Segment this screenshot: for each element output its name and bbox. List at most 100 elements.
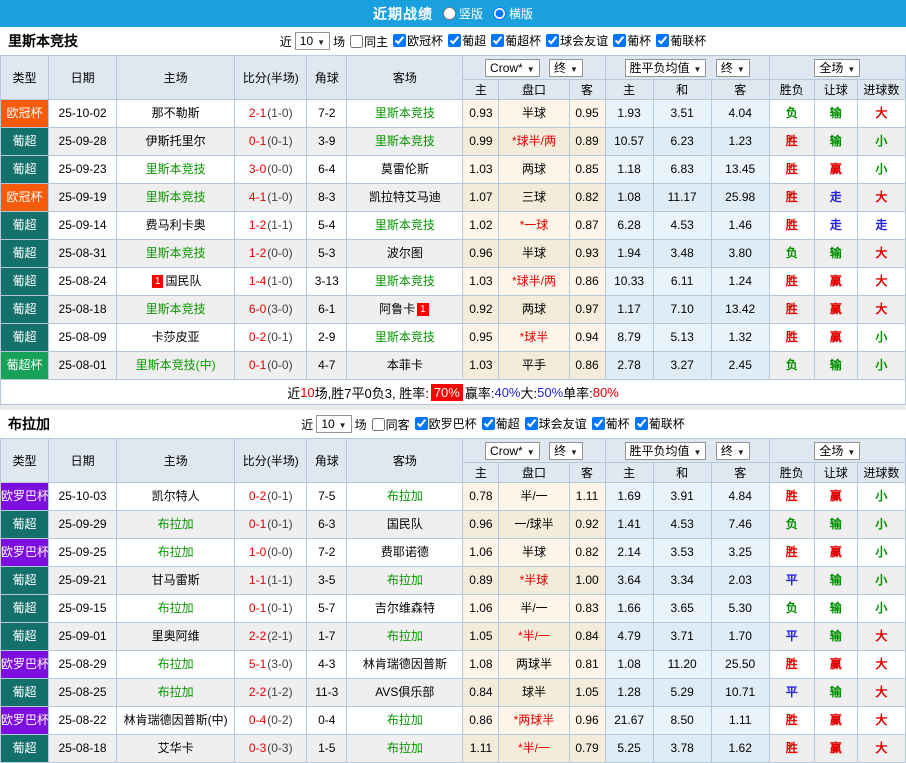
home-team-link[interactable]: 那不勒斯	[152, 106, 200, 120]
handicap-line: 两球	[498, 295, 570, 324]
league-checkbox[interactable]	[448, 34, 462, 47]
home-team-link[interactable]: 林肯瑞德因普斯(中)	[124, 713, 228, 727]
away-odds: 0.87	[568, 211, 606, 240]
away-team-cell: 里斯本竞技	[346, 323, 464, 352]
away-odds: 0.82	[568, 183, 606, 212]
away-team-link[interactable]: 里斯本竞技	[375, 134, 435, 148]
scope-select[interactable]: 全场 ▼	[814, 441, 861, 460]
mean-type-select[interactable]: 胜平负均值 ▼	[624, 441, 707, 460]
away-team-link[interactable]: 本菲卡	[387, 358, 423, 372]
league-filter[interactable]: 葡超	[477, 415, 520, 432]
home-team-link[interactable]: 甘马雷斯	[152, 573, 200, 587]
mean-stage-select[interactable]: 终 ▼	[715, 441, 750, 460]
chevron-down-icon: ▼	[317, 38, 326, 47]
league-checkbox[interactable]	[634, 417, 648, 430]
league-filter[interactable]: 葡杯	[608, 32, 651, 49]
same-venue-filter[interactable]: 同主	[345, 33, 388, 50]
handicap-line: 一/球半	[498, 510, 570, 539]
home-team-link[interactable]: 布拉加	[158, 685, 194, 699]
odds-stage-select[interactable]: 终 ▼	[548, 58, 583, 77]
away-team-link[interactable]: 吉尔维森特	[375, 601, 435, 615]
league-checkbox[interactable]	[546, 34, 560, 47]
home-team-link[interactable]: 凯尔特人	[152, 489, 200, 503]
home-team-link[interactable]: 里斯本竞技	[146, 302, 206, 316]
away-team-link[interactable]: 国民队	[387, 517, 423, 531]
mean-stage-select[interactable]: 终 ▼	[715, 58, 750, 77]
home-team-link[interactable]: 里奥阿维	[152, 629, 200, 643]
league-filter[interactable]: 欧罗巴杯	[410, 415, 477, 432]
home-team-link[interactable]: 布拉加	[158, 601, 194, 615]
league-checkbox[interactable]	[613, 34, 627, 47]
near-count-value: 10	[321, 417, 335, 431]
away-team-link[interactable]: 布拉加	[387, 489, 423, 503]
away-team-link[interactable]: 阿鲁卡	[379, 302, 415, 316]
handicap-line: *球半/两	[498, 127, 570, 156]
league-checkbox[interactable]	[656, 34, 670, 47]
away-team-link[interactable]: AVS俱乐部	[375, 685, 434, 699]
near-count-select[interactable]: 10 ▼	[316, 415, 352, 433]
col-mean-draw: 和	[652, 462, 712, 483]
league-filter[interactable]: 葡超杯	[486, 32, 541, 49]
league-filter[interactable]: 葡超	[443, 32, 486, 49]
away-team-link[interactable]: 凯拉特艾马迪	[369, 190, 441, 204]
home-team-link[interactable]: 布拉加	[158, 545, 194, 559]
league-badge: 葡超	[0, 239, 50, 268]
league-checkbox[interactable]	[524, 417, 538, 430]
horizontal-radio[interactable]	[493, 7, 506, 20]
league-filter[interactable]: 葡联杯	[630, 415, 685, 432]
away-team-link[interactable]: 布拉加	[387, 713, 423, 727]
mean-type-select[interactable]: 胜平负均值 ▼	[624, 58, 707, 77]
col-score: 比分(半场)	[234, 438, 308, 483]
home-team-link[interactable]: 伊斯托里尔	[146, 134, 206, 148]
col-mean-win: 主	[604, 79, 654, 100]
league-filter[interactable]: 球会友谊	[541, 32, 608, 49]
odds-stage-value: 终	[553, 60, 566, 75]
vertical-radio[interactable]	[442, 7, 456, 20]
away-team-link[interactable]: 里斯本竞技	[375, 330, 435, 344]
league-checkbox[interactable]	[491, 34, 505, 47]
away-team-link[interactable]: 莫雷伦斯	[381, 162, 429, 176]
league-filter[interactable]: 葡联杯	[651, 32, 706, 49]
league-filter-label: 葡联杯	[670, 34, 707, 48]
away-team-link[interactable]: 费耶诺德	[381, 545, 429, 559]
away-team-link[interactable]: 里斯本竞技	[375, 274, 435, 288]
home-team-link[interactable]: 国民队	[165, 274, 201, 288]
home-team-link[interactable]: 布拉加	[158, 517, 194, 531]
league-checkbox[interactable]	[591, 417, 605, 430]
mean-stage-value: 终	[720, 60, 733, 75]
league-checkbox[interactable]	[414, 417, 428, 430]
home-team-link[interactable]: 里斯本竞技	[146, 162, 206, 176]
league-filter[interactable]: 葡杯	[587, 415, 630, 432]
layout-radio-horizontal[interactable]: 横版	[487, 5, 533, 22]
same-venue-filter[interactable]: 同客	[367, 416, 410, 433]
away-team-link[interactable]: 林肯瑞德因普斯	[363, 657, 447, 671]
away-team-link[interactable]: 里斯本竞技	[375, 106, 435, 120]
home-odds: 1.03	[462, 267, 500, 296]
away-team-link[interactable]: 里斯本竞技	[375, 218, 435, 232]
away-team-link[interactable]: 布拉加	[387, 573, 423, 587]
league-filter[interactable]: 欧冠杯	[388, 32, 443, 49]
scope-select[interactable]: 全场 ▼	[814, 58, 861, 77]
league-checkbox[interactable]	[481, 417, 495, 430]
home-team-link[interactable]: 布拉加	[158, 657, 194, 671]
odds-stage-select[interactable]: 终 ▼	[548, 441, 583, 460]
odds-company-select[interactable]: Crow* ▼	[485, 58, 540, 77]
home-team-link[interactable]: 卡莎皮亚	[152, 330, 200, 344]
home-team-link[interactable]: 里斯本竞技	[146, 190, 206, 204]
home-team-link[interactable]: 里斯本竞技(中)	[136, 358, 216, 372]
home-team-link[interactable]: 里斯本竞技	[146, 246, 206, 260]
layout-radio-vertical[interactable]: 竖版	[437, 5, 483, 22]
same-venue-checkbox[interactable]	[371, 417, 385, 431]
home-team-cell: 卡莎皮亚	[116, 323, 236, 352]
team-name: 布拉加	[8, 416, 50, 432]
league-checkbox[interactable]	[393, 34, 407, 47]
league-filter[interactable]: 球会友谊	[520, 415, 587, 432]
near-count-select[interactable]: 10 ▼	[294, 32, 331, 50]
away-team-link[interactable]: 布拉加	[387, 629, 423, 643]
odds-company-select[interactable]: Crow* ▼	[485, 441, 540, 460]
halftime-score: (1-1)	[267, 218, 293, 232]
away-team-link[interactable]: 波尔图	[387, 246, 423, 260]
home-team-link[interactable]: 费马利卡奥	[146, 218, 206, 232]
same-venue-checkbox[interactable]	[350, 34, 364, 48]
mean-lose: 13.45	[710, 155, 770, 184]
